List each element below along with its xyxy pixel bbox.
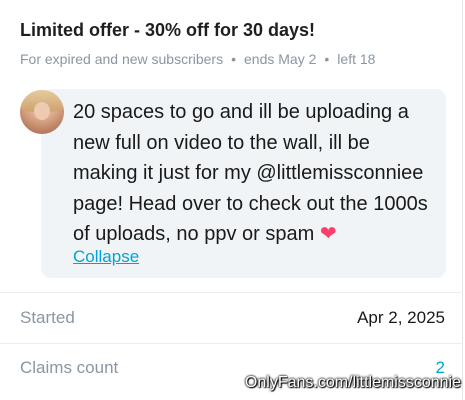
message-body: 20 spaces to go and ill be uploading a n… xyxy=(73,101,428,245)
claims-count-label: Claims count xyxy=(20,358,119,377)
meta-separator: • xyxy=(231,51,237,67)
collapse-link[interactable]: Collapse xyxy=(73,247,139,267)
offer-ends: ends May 2 xyxy=(244,51,317,67)
avatar-face xyxy=(34,102,50,120)
meta-separator: • xyxy=(324,51,330,67)
watermark: OnlyFans.com/littlemissconnie xyxy=(244,374,461,391)
offer-audience: For expired and new subscribers xyxy=(20,51,224,67)
avatar[interactable] xyxy=(20,90,64,134)
offer-meta: For expired and new subscribers • ends May… xyxy=(20,51,375,67)
right-border xyxy=(462,0,463,400)
divider xyxy=(0,292,461,293)
heart-icon: ❤ xyxy=(319,223,337,245)
offer-title: Limited offer - 30% off for 30 days! xyxy=(20,20,316,40)
started-label: Started xyxy=(20,308,75,327)
divider xyxy=(0,343,461,344)
offer-remaining: left 18 xyxy=(337,51,376,67)
message-text: 20 spaces to go and ill be uploading a n… xyxy=(73,97,433,250)
started-value: Apr 2, 2025 xyxy=(357,308,445,327)
